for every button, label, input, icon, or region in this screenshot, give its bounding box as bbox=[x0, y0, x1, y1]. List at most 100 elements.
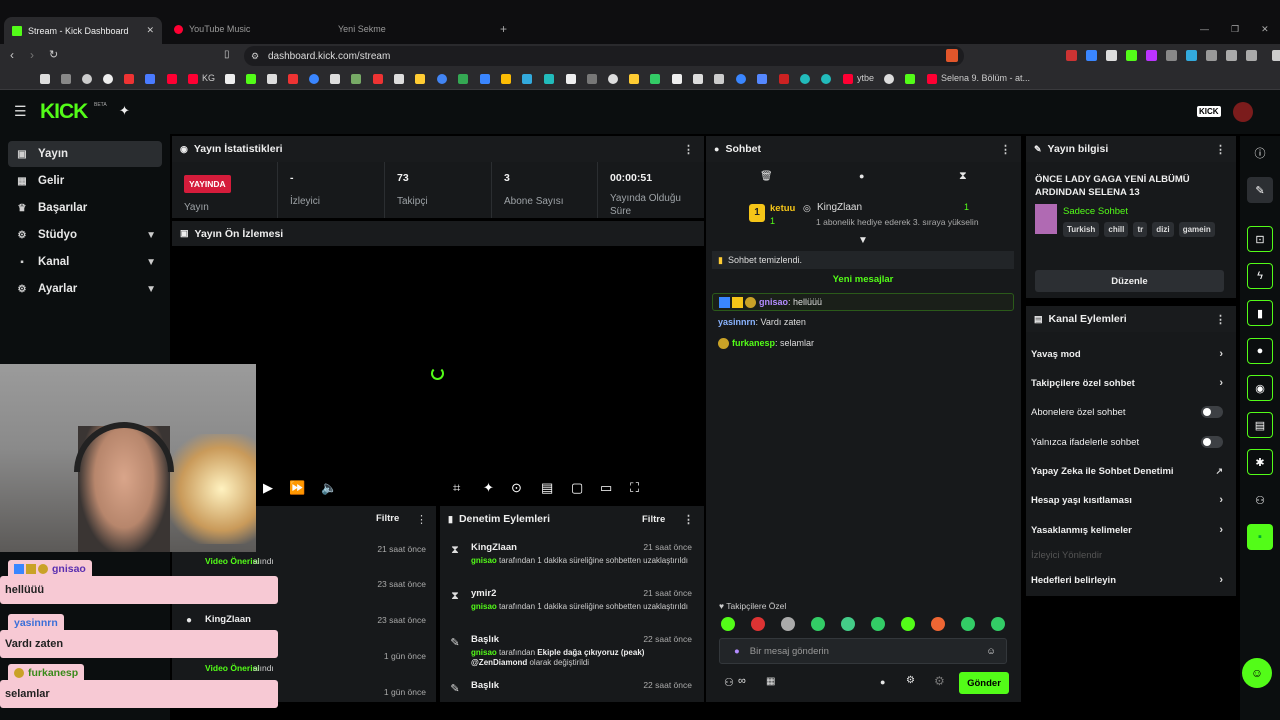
extension-icon[interactable] bbox=[1066, 50, 1077, 61]
info-icon[interactable]: ⓘ bbox=[1247, 140, 1273, 166]
extension-icon[interactable] bbox=[1186, 50, 1197, 61]
bookmark-icon[interactable] bbox=[480, 74, 490, 84]
bookmark-icon[interactable] bbox=[351, 74, 361, 84]
site-info-icon[interactable]: ⚙ bbox=[251, 51, 259, 62]
bookmark-icon[interactable] bbox=[779, 74, 789, 84]
bookmark-icon[interactable] bbox=[650, 74, 660, 84]
extension-icon[interactable] bbox=[1086, 50, 1097, 61]
drive-icon[interactable] bbox=[501, 74, 511, 84]
action-banned-words[interactable]: Yasaklanmış kelimeler › bbox=[1031, 523, 1231, 537]
chat-icon[interactable]: ● bbox=[1247, 338, 1273, 364]
action-emotes-only[interactable]: Yalnızca ifadelerle sohbet bbox=[1031, 435, 1231, 449]
expand-icon[interactable]: ▼ bbox=[858, 235, 868, 246]
close-window-icon[interactable]: ✕ bbox=[1261, 24, 1269, 35]
tag[interactable]: gamein bbox=[1178, 222, 1215, 237]
clip-icon[interactable]: ⊙ bbox=[511, 480, 522, 496]
kebab-menu-icon[interactable]: ⋮ bbox=[1215, 143, 1226, 156]
sidebar-item-ayarlar[interactable]: ⚙ Ayarlar ▼ bbox=[8, 276, 162, 302]
stats-icon[interactable]: ▤ bbox=[541, 480, 553, 496]
play-icon[interactable]: ▶ bbox=[263, 480, 273, 496]
bookmark-icon[interactable] bbox=[693, 74, 703, 84]
chat-settings-icon[interactable]: ● bbox=[880, 677, 885, 687]
action-subscribers-only[interactable]: Abonelere özel sohbet bbox=[1031, 405, 1231, 419]
users-icon[interactable]: ⚇ bbox=[724, 676, 734, 689]
emote-icon[interactable] bbox=[871, 617, 885, 631]
app-icon[interactable]: ▪ bbox=[1247, 524, 1273, 550]
bookmark-icon[interactable] bbox=[587, 74, 597, 84]
kick-logo[interactable]: KICK bbox=[40, 100, 88, 124]
action-account-age[interactable]: Hesap yaşı kısıtlaması › bbox=[1031, 493, 1231, 507]
sidebar-item-kanal[interactable]: ▪ Kanal ▼ bbox=[8, 249, 162, 275]
action-ai-moderation[interactable]: Yapay Zeka ile Sohbet Denetimi ↗ bbox=[1031, 464, 1231, 478]
bookmark-icon[interactable] bbox=[415, 74, 425, 84]
sparkle-icon[interactable]: ✦ bbox=[483, 480, 494, 496]
chat-username[interactable]: yasinnrn bbox=[718, 317, 756, 327]
kebab-menu-icon[interactable]: ⋮ bbox=[1000, 143, 1011, 156]
gear-icon[interactable]: ⚙ bbox=[934, 674, 945, 688]
sidebar-item-yayin[interactable]: ▣ Yayın bbox=[8, 141, 162, 167]
tag[interactable]: tr bbox=[1133, 222, 1148, 237]
sidebar-item-gelir[interactable]: ▦ Gelir bbox=[8, 168, 162, 194]
extension-icon[interactable] bbox=[1206, 50, 1217, 61]
reload-icon[interactable]: ↻ bbox=[49, 48, 58, 61]
bookmark-icon[interactable] bbox=[40, 74, 50, 84]
store-icon[interactable]: ▦ bbox=[766, 676, 775, 687]
bookmark-icon[interactable] bbox=[145, 74, 155, 84]
youtube-icon[interactable] bbox=[167, 74, 177, 84]
bookmark-icon[interactable] bbox=[103, 74, 113, 84]
send-button[interactable]: Gönder bbox=[959, 672, 1009, 694]
extension-icon[interactable] bbox=[1166, 50, 1177, 61]
bookmark-ytbe[interactable]: ytbe bbox=[857, 73, 874, 83]
extension-icon[interactable] bbox=[1146, 50, 1157, 61]
action-slow-mode[interactable]: Yavaş mod › bbox=[1031, 347, 1231, 361]
fast-forward-icon[interactable]: ⏩ bbox=[289, 480, 305, 496]
chat-bubble-icon[interactable]: ● bbox=[859, 171, 864, 181]
action-followers-only[interactable]: Takipçilere özel sohbet › bbox=[1031, 376, 1231, 390]
google-icon[interactable] bbox=[437, 74, 447, 84]
bookmark-icon[interactable] bbox=[330, 74, 340, 84]
chat-username[interactable]: gnisao bbox=[759, 297, 788, 307]
chat-message[interactable]: furkanesp : selamlar bbox=[712, 334, 1014, 352]
category-name[interactable]: Sadece Sohbet bbox=[1063, 206, 1128, 217]
bookmark-icon[interactable] bbox=[736, 74, 746, 84]
lightning-icon[interactable]: ϟ bbox=[1247, 263, 1273, 289]
bookmark-icon[interactable] bbox=[124, 74, 134, 84]
bookmark-icon[interactable] bbox=[672, 74, 682, 84]
sidebar-item-studyo[interactable]: ⚙ Stüdyo ▼ bbox=[8, 222, 162, 248]
bookmark-icon[interactable] bbox=[544, 74, 554, 84]
chat-input-field[interactable]: ● Bir mesaj gönderin ☺ bbox=[719, 638, 1007, 664]
bookmark-icon[interactable] bbox=[566, 74, 576, 84]
crop-icon[interactable]: ⌗ bbox=[453, 480, 460, 496]
close-icon[interactable]: ✕ bbox=[146, 25, 154, 36]
filter-button[interactable]: Filtre bbox=[376, 513, 399, 524]
extension-icon[interactable] bbox=[1106, 50, 1117, 61]
chat-message[interactable]: gnisao : hellüüü bbox=[712, 293, 1014, 311]
action-set-goals[interactable]: Hedefleri belirleyin › bbox=[1031, 573, 1231, 587]
emote-icon[interactable] bbox=[811, 617, 825, 631]
kick-icon[interactable] bbox=[905, 74, 915, 84]
infinity-icon[interactable]: ∞ bbox=[738, 675, 746, 687]
bookmark-selena[interactable]: Selena 9. Bölüm - at... bbox=[941, 73, 1030, 83]
forward-icon[interactable]: › bbox=[30, 48, 34, 62]
maximize-icon[interactable]: ❐ bbox=[1231, 24, 1239, 35]
chat-username[interactable]: furkanesp bbox=[732, 338, 775, 348]
filter-button[interactable]: Filtre bbox=[642, 514, 665, 525]
sidebar-item-basarilar[interactable]: ♛ Başarılar bbox=[8, 195, 162, 221]
kick-badge[interactable]: KICK bbox=[1197, 106, 1221, 117]
bookmark-icon[interactable] bbox=[757, 74, 767, 84]
bookmark-icon[interactable] bbox=[714, 74, 724, 84]
users-icon[interactable]: ⚇ bbox=[1247, 487, 1273, 513]
pip-icon[interactable]: ▢ bbox=[571, 480, 583, 496]
chat-message[interactable]: yasinnrn : Vardı zaten bbox=[712, 313, 1014, 331]
bookmark-icon[interactable]: ▯ bbox=[224, 49, 230, 60]
extension-icon[interactable] bbox=[1126, 50, 1137, 61]
avatar[interactable] bbox=[1233, 102, 1253, 122]
download-icon[interactable] bbox=[1246, 50, 1257, 61]
kebab-menu-icon[interactable]: ⋮ bbox=[416, 513, 427, 526]
tag[interactable]: dizi bbox=[1152, 222, 1174, 237]
broadcast-icon[interactable]: ◉ bbox=[1247, 375, 1273, 401]
youtube-icon[interactable] bbox=[927, 74, 937, 84]
wrench-icon[interactable]: ✱ bbox=[1247, 449, 1273, 475]
capture-icon[interactable]: ⊡ bbox=[1247, 226, 1273, 252]
emote-icon[interactable] bbox=[991, 617, 1005, 631]
